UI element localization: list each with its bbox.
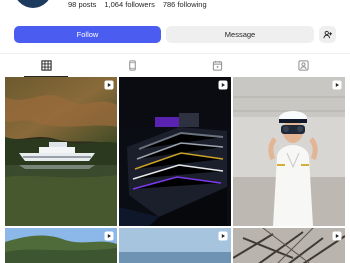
reel-icon <box>332 231 342 241</box>
stat-following-count: 786 <box>162 0 176 9</box>
stat-followers[interactable]: 1,064 followers <box>104 0 154 10</box>
post-thumbnail[interactable] <box>119 77 231 226</box>
reel-icon <box>104 231 114 241</box>
post-thumbnail[interactable] <box>233 228 345 263</box>
tab-posts[interactable] <box>16 54 76 77</box>
stat-posts-count: 98 <box>68 0 77 9</box>
post-image-sea <box>119 228 231 263</box>
stat-following-label: following <box>177 0 207 9</box>
profile-actions: Follow Message <box>14 26 336 43</box>
stat-posts-label: posts <box>78 0 97 9</box>
post-image-yacht <box>5 77 117 226</box>
reel-icon <box>218 80 228 90</box>
profile-stats: 98 posts 1,064 followers 786 following <box>68 0 207 10</box>
post-image-captain <box>233 77 345 226</box>
message-button[interactable]: Message <box>166 26 314 43</box>
profile-avatar[interactable] <box>14 0 52 8</box>
post-thumbnail[interactable] <box>5 228 117 263</box>
post-image-branches <box>233 228 345 263</box>
post-thumbnail[interactable] <box>5 77 117 226</box>
tab-reels[interactable] <box>102 54 162 76</box>
suggested-accounts-button[interactable] <box>319 26 336 43</box>
reel-icon <box>104 80 114 90</box>
tagged-user-icon <box>297 59 309 71</box>
post-thumbnail[interactable] <box>119 228 231 263</box>
stat-following[interactable]: 786 following <box>163 0 207 10</box>
add-person-icon <box>323 30 332 39</box>
profile-tabs <box>0 53 350 77</box>
reels-icon <box>128 59 136 71</box>
stat-followers-count: 1,064 <box>104 0 124 9</box>
reel-icon <box>218 231 228 241</box>
post-image-hill <box>5 228 117 263</box>
calendar-icon <box>212 60 222 71</box>
tab-tagged[interactable] <box>273 54 333 76</box>
post-image-cruise-ship <box>119 77 231 226</box>
reel-icon <box>332 80 342 90</box>
stat-followers-label: followers <box>125 0 155 9</box>
stat-posts[interactable]: 98 posts <box>68 0 96 10</box>
follow-button[interactable]: Follow <box>14 26 161 43</box>
grid-icon <box>40 59 52 71</box>
post-thumbnail[interactable] <box>233 77 345 226</box>
tab-saved[interactable] <box>187 54 247 76</box>
